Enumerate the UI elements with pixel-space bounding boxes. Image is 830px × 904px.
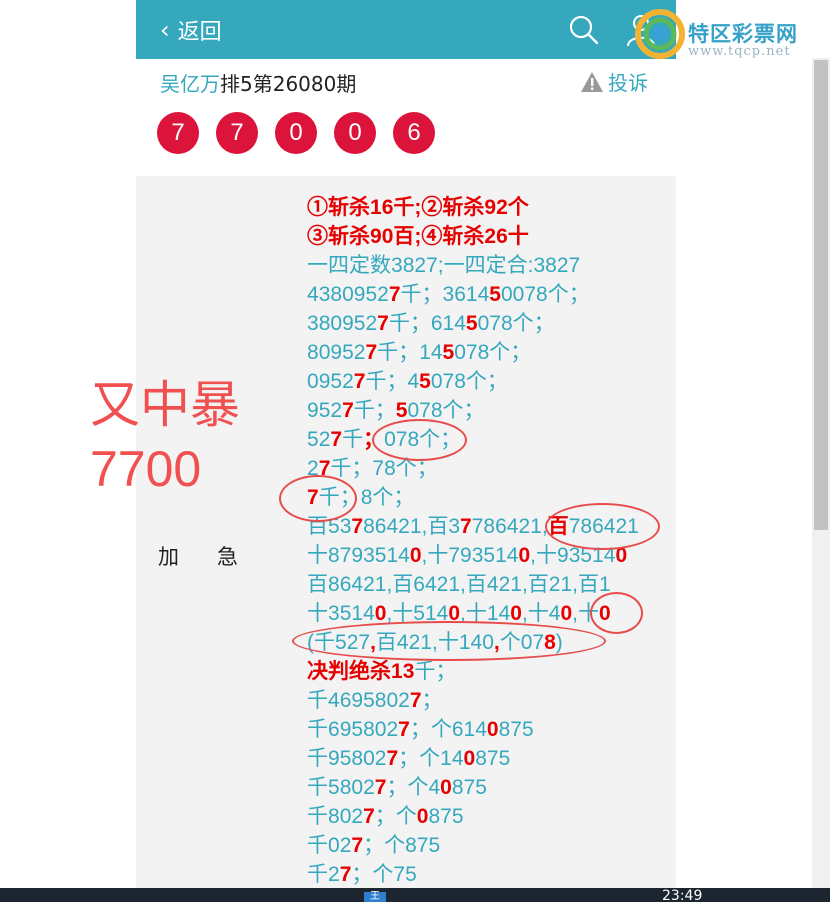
content-line: 809527千；145078个； bbox=[307, 341, 532, 364]
report-label: 投诉 bbox=[608, 71, 648, 95]
result-balls: 7 7 0 0 6 bbox=[157, 112, 452, 154]
highlight-circle bbox=[279, 475, 357, 522]
app-header: ‹ 返回 bbox=[136, 0, 676, 59]
post-title: 吴亿万排5第26080期 bbox=[160, 68, 356, 97]
content-line: 27千；78个； bbox=[307, 457, 438, 480]
taskbar-clock: 23:49 bbox=[662, 888, 703, 904]
content-line: 千46958027； bbox=[307, 689, 443, 712]
content-line: 527千；078个； bbox=[307, 428, 462, 451]
taskbar bbox=[0, 888, 830, 902]
content-line: 百86421,百6421,百421,百21,百1 bbox=[307, 573, 611, 596]
scrollbar-thumb[interactable] bbox=[814, 60, 828, 530]
content-line: 千27；个75 bbox=[307, 863, 417, 886]
logo-url: www.tqcp.net bbox=[688, 44, 791, 59]
content-line: ③斩杀90百;④斩杀26十 bbox=[307, 225, 529, 248]
content-line: 千58027；个40875 bbox=[307, 776, 487, 799]
chevron-left-icon: ‹ bbox=[160, 16, 170, 44]
content-line: 09527千；45078个； bbox=[307, 370, 508, 393]
content-line: 千8027；个0875 bbox=[307, 805, 464, 828]
issue-text: 排5第26080期 bbox=[220, 72, 357, 96]
ime-indicator[interactable]: 王 bbox=[364, 892, 386, 902]
content-line: 千6958027；个6140875 bbox=[307, 718, 534, 741]
content-line: 一四定数3827;一四定合:3827 bbox=[307, 254, 581, 277]
overlay-text-2: 7700 bbox=[90, 441, 202, 497]
highlight-circle bbox=[545, 503, 660, 550]
content-line: 43809527千；361450078个； bbox=[307, 283, 590, 306]
back-label: 返回 bbox=[177, 20, 222, 45]
report-button[interactable]: 投诉 bbox=[580, 67, 648, 96]
result-ball: 7 bbox=[216, 112, 258, 154]
warning-icon bbox=[581, 71, 603, 92]
content-line: 千027；个875 bbox=[307, 834, 441, 857]
content-line: 3809527千；6145078个； bbox=[307, 312, 555, 335]
result-ball: 0 bbox=[275, 112, 317, 154]
logo-swirl-icon bbox=[635, 9, 685, 59]
content-line: ①斩杀16千;②斩杀92个 bbox=[307, 196, 529, 219]
site-logo: 特区彩票网 www.tqcp.net bbox=[628, 8, 828, 66]
back-button[interactable]: ‹ 返回 bbox=[160, 14, 222, 46]
result-ball: 7 bbox=[157, 112, 199, 154]
content-line: 9527千；5078个； bbox=[307, 399, 485, 422]
highlight-circle bbox=[292, 621, 606, 661]
highlight-circle bbox=[372, 419, 467, 461]
author-link[interactable]: 吴亿万 bbox=[160, 72, 220, 96]
highlight-circle bbox=[590, 592, 643, 634]
result-ball: 0 bbox=[334, 112, 376, 154]
urgent-label: 加急 bbox=[158, 545, 276, 569]
result-ball: 6 bbox=[393, 112, 435, 154]
content-line: 千958027；个140875 bbox=[307, 747, 511, 770]
search-icon[interactable] bbox=[568, 14, 600, 46]
content-line: 决判绝杀13千； bbox=[307, 660, 457, 683]
overlay-text-1: 又中暴 bbox=[90, 377, 240, 433]
